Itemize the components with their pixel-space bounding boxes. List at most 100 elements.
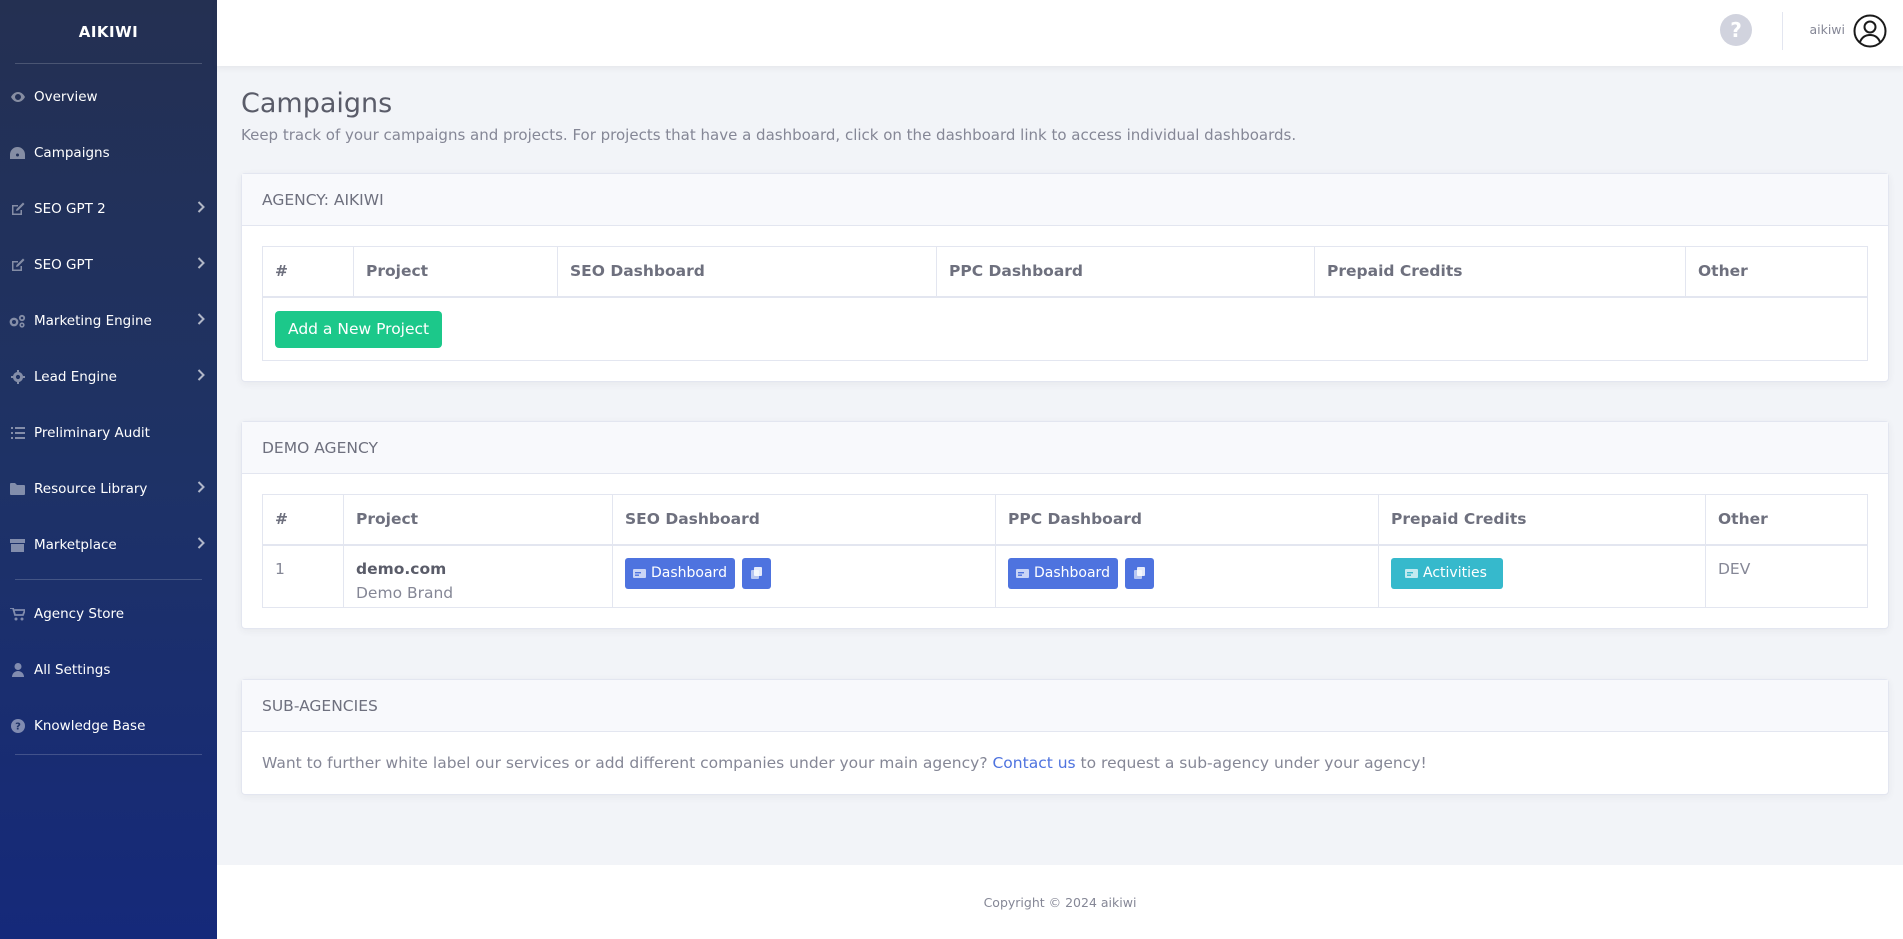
demo-agency-card-body: # Project SEO Dashboard PPC Dashboard Pr… (242, 474, 1888, 628)
chevron-right-icon (197, 201, 205, 217)
add-project-cell: Add a New Project (262, 296, 1868, 361)
table-header-row: # Project SEO Dashboard PPC Dashboard Pr… (262, 246, 1868, 298)
sub-agencies-text-after: to request a sub-agency under your agenc… (1075, 754, 1427, 772)
sidebar-item-overview[interactable]: Overview (0, 69, 217, 125)
prepaid-credits-cell: Activities (1378, 544, 1706, 608)
table-row: 1 demo.com Demo Brand Dashboard Dashboar… (262, 544, 1868, 608)
column-header: Project (343, 494, 613, 546)
seo-dashboard-button-label: Dashboard (651, 565, 727, 581)
table-header-row: # Project SEO Dashboard PPC Dashboard Pr… (262, 494, 1868, 546)
sidebar-nav: Overview Campaigns SEO GPT 2 SEO GPT Mar… (0, 69, 217, 573)
sidebar-divider (15, 754, 202, 755)
footer: Copyright © 2024 aikiwi (217, 865, 1903, 939)
list-icon (9, 427, 26, 439)
sidebar-item-label: Overview (34, 89, 98, 105)
project-name[interactable]: demo.com (356, 560, 600, 578)
sidebar-item-lead-engine[interactable]: Lead Engine (0, 349, 217, 405)
sidebar-item-label: Lead Engine (34, 369, 117, 385)
sidebar-item-campaigns[interactable]: Campaigns (0, 125, 217, 181)
sidebar-item-label: Knowledge Base (34, 718, 146, 734)
sidebar-item-agency-store[interactable]: Agency Store (0, 586, 217, 642)
brand-logo[interactable]: AIKIWI (0, 0, 217, 63)
sidebar-item-resource-library[interactable]: Resource Library (0, 461, 217, 517)
ppc-dashboard-button[interactable]: Dashboard (1008, 557, 1118, 589)
demo-projects-table: # Project SEO Dashboard PPC Dashboard Pr… (262, 494, 1868, 608)
folder-icon (9, 483, 26, 495)
user-icon (9, 663, 26, 677)
sidebar-item-marketplace[interactable]: Marketplace (0, 517, 217, 573)
chevron-right-icon (197, 481, 205, 497)
sidebar-item-label: Marketing Engine (34, 313, 152, 329)
seo-dashboard-cell: Dashboard (612, 544, 996, 608)
copy-icon (1133, 567, 1145, 579)
topbar-divider (1782, 12, 1783, 50)
chevron-right-icon (197, 313, 205, 329)
page-description: Keep track of your campaigns and project… (241, 126, 1297, 144)
sub-agencies-text: Want to further white label our services… (242, 732, 1888, 794)
main-content: Campaigns Keep track of your campaigns a… (217, 66, 1903, 865)
project-brand: Demo Brand (356, 583, 454, 602)
activities-button-label: Activities (1423, 565, 1487, 581)
column-header: PPC Dashboard (995, 494, 1379, 546)
username[interactable]: aikiwi (1809, 22, 1845, 37)
column-header: Prepaid Credits (1314, 246, 1686, 298)
column-header: Other (1705, 494, 1868, 546)
edit-icon (9, 202, 26, 216)
sidebar-item-preliminary-audit[interactable]: Preliminary Audit (0, 405, 217, 461)
column-header: Other (1685, 246, 1868, 298)
sidebar-divider (15, 579, 202, 580)
agency-card: AGENCY: AIKIWI # Project SEO Dashboard P… (241, 173, 1889, 382)
sub-agencies-text-before: Want to further white label our services… (262, 754, 993, 772)
copyright-text: Copyright © 2024 aikiwi (983, 894, 1137, 910)
cart-icon (9, 607, 26, 621)
seo-dashboard-button[interactable]: Dashboard (625, 557, 735, 589)
column-header: SEO Dashboard (557, 246, 937, 298)
sub-agencies-card: SUB-AGENCIES Want to further white label… (241, 679, 1889, 795)
id-card-icon (1016, 568, 1029, 578)
store-icon (9, 538, 26, 552)
column-header: # (262, 246, 354, 298)
demo-agency-card: DEMO AGENCY # Project SEO Dashboard PPC … (241, 421, 1889, 629)
sidebar-item-label: Preliminary Audit (34, 425, 150, 441)
eye-icon (9, 92, 26, 102)
user-avatar-icon[interactable] (1853, 14, 1887, 48)
copy-ppc-link-button[interactable] (1124, 557, 1154, 589)
column-header: SEO Dashboard (612, 494, 996, 546)
agency-card-body: # Project SEO Dashboard PPC Dashboard Pr… (242, 226, 1888, 381)
add-new-project-button[interactable]: Add a New Project (275, 310, 443, 348)
edit-icon (9, 258, 26, 272)
question-icon: ? (9, 719, 26, 733)
page-title: Campaigns (241, 88, 393, 119)
sub-agencies-card-header: SUB-AGENCIES (242, 680, 1888, 732)
chevron-right-icon (197, 537, 205, 553)
ppc-dashboard-button-label: Dashboard (1034, 565, 1110, 581)
sidebar-item-label: SEO GPT (34, 257, 93, 273)
activities-button[interactable]: Activities (1391, 557, 1503, 589)
help-icon[interactable]: ? (1720, 14, 1752, 46)
sidebar-item-seo-gpt-2[interactable]: SEO GPT 2 (0, 181, 217, 237)
demo-agency-card-header: DEMO AGENCY (242, 422, 1888, 474)
sidebar-item-label: Resource Library (34, 481, 148, 497)
gear-icon (9, 370, 26, 384)
agency-projects-table: # Project SEO Dashboard PPC Dashboard Pr… (262, 246, 1868, 361)
chevron-right-icon (197, 369, 205, 385)
sidebar-item-label: SEO GPT 2 (34, 201, 106, 217)
svg-text:?: ? (15, 722, 21, 733)
sidebar-nav-secondary: Agency Store All Settings ? Knowledge Ba… (0, 586, 217, 754)
sidebar-item-knowledge-base[interactable]: ? Knowledge Base (0, 698, 217, 754)
project-cell: demo.com Demo Brand (343, 544, 613, 608)
sidebar-item-seo-gpt[interactable]: SEO GPT (0, 237, 217, 293)
sidebar: AIKIWI Overview Campaigns SEO GPT 2 SEO … (0, 0, 217, 939)
sidebar-item-all-settings[interactable]: All Settings (0, 642, 217, 698)
column-header: PPC Dashboard (936, 246, 1315, 298)
ppc-dashboard-cell: Dashboard (995, 544, 1379, 608)
sidebar-item-label: Agency Store (34, 606, 125, 622)
sidebar-item-marketing-engine[interactable]: Marketing Engine (0, 293, 217, 349)
copy-seo-link-button[interactable] (741, 557, 771, 589)
agency-card-header: AGENCY: AIKIWI (242, 174, 1888, 226)
other-cell: DEV (1705, 544, 1868, 608)
chevron-right-icon (197, 257, 205, 273)
column-header: Project (353, 246, 558, 298)
row-number: 1 (262, 544, 344, 608)
contact-us-link[interactable]: Contact us (992, 754, 1075, 772)
